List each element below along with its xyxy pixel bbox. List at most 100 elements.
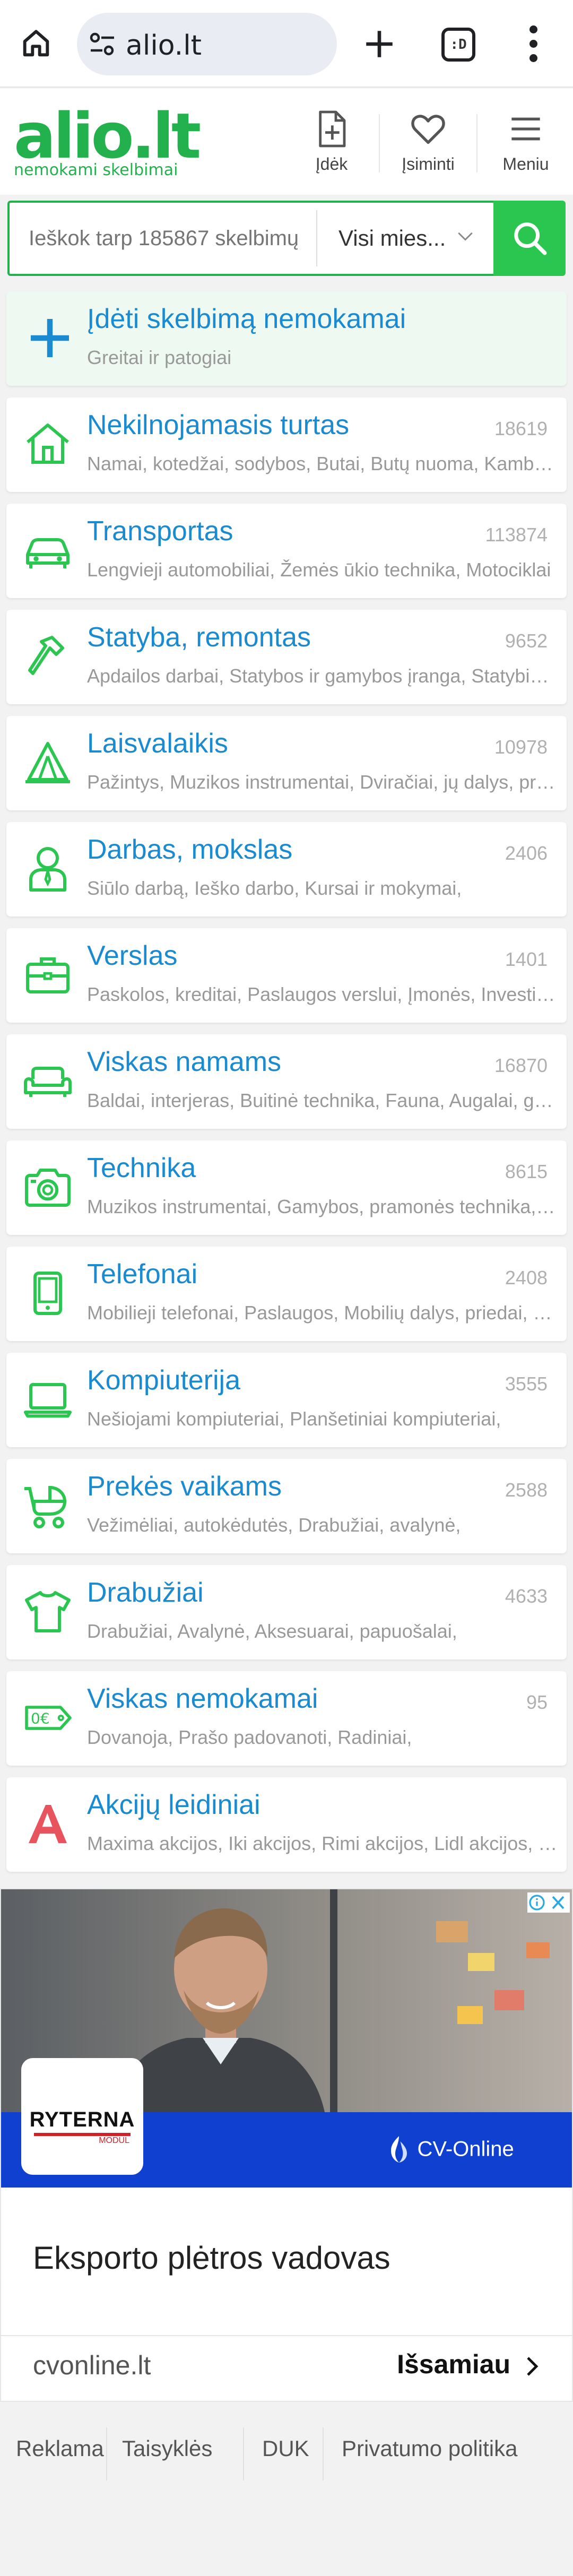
category-subtitle: Mobilieji telefonai, Paslaugos, Mobilių … xyxy=(87,1302,559,1324)
price-tag-icon: 0€ xyxy=(25,1706,72,1730)
ad-advertiser-name: RYTERNA xyxy=(29,2108,135,2131)
category-subtitle: Pažintys, Muzikos instrumentai, Dviračia… xyxy=(87,771,559,793)
footer-link-privacy[interactable]: Privatumo politika xyxy=(342,2436,517,2461)
url-text: alio.lt xyxy=(126,30,202,62)
logo-text: alio.lt xyxy=(14,99,201,172)
cv-online-logo-icon xyxy=(391,2136,407,2163)
category-subtitle: Drabužiai, Avalynė, Aksesuarai, papuošal… xyxy=(87,1620,457,1642)
search-input[interactable] xyxy=(10,203,316,274)
category-title: Telefonai xyxy=(87,1259,198,1290)
favorites-label: Įsiminti xyxy=(402,154,455,174)
site-settings-icon[interactable] xyxy=(89,31,116,57)
category-computers[interactable]: Kompiuterija 3555 Nešiojami kompiuteriai… xyxy=(6,1353,567,1447)
ad-headline[interactable]: Eksporto plėtros vadovas xyxy=(33,2240,390,2276)
category-clothing[interactable]: Drabužiai 4633 Drabužiai, Avalynė, Akses… xyxy=(6,1565,567,1659)
footer-links: Reklama Taisyklės DUK Privatumo politika xyxy=(0,2413,573,2482)
letter-a-icon xyxy=(29,1805,67,1843)
plus-icon xyxy=(31,319,69,357)
ad-cta-label: Išsamiau xyxy=(397,2349,511,2379)
logo-tagline: nemokami skelbimai xyxy=(14,161,178,179)
category-business[interactable]: Verslas 1401 Paskolos, kreditai, Paslaug… xyxy=(6,928,567,1023)
hammer-icon xyxy=(28,636,64,675)
category-leisure[interactable]: Laisvalaikis 10978 Pažintys, Muzikos ins… xyxy=(6,716,567,810)
category-title: Kompiuterija xyxy=(87,1365,241,1396)
category-title: Nekilnojamasis turtas xyxy=(87,410,350,440)
category-count: 2408 xyxy=(505,1267,548,1289)
footer-divider xyxy=(106,2427,107,2480)
footer-link-ads[interactable]: Reklama xyxy=(16,2436,104,2461)
category-title: Statyba, remontas xyxy=(87,622,311,653)
footer-link-faq[interactable]: DUK xyxy=(262,2436,309,2461)
advertisement[interactable]: RYTERNA MODUL CV-Online Eksporto plėtros… xyxy=(0,1888,573,2402)
chevron-right-icon xyxy=(527,2357,539,2376)
category-count: 2406 xyxy=(505,842,548,864)
category-title: Technika xyxy=(87,1153,196,1183)
category-count: 1401 xyxy=(505,948,548,970)
category-count: 3555 xyxy=(505,1373,548,1395)
city-select-value: Visi mies... xyxy=(338,226,446,250)
category-count: 95 xyxy=(526,1691,548,1713)
stroller-icon xyxy=(24,1485,66,1528)
person-icon xyxy=(29,847,66,892)
search-bar: Visi mies... xyxy=(7,201,566,276)
category-transport[interactable]: Transportas 113874 Lengvieji automobilia… xyxy=(6,504,567,598)
category-promotions[interactable]: Akcijų leidiniai Maxima akcijos, Iki akc… xyxy=(6,1777,567,1872)
new-tab-icon[interactable] xyxy=(362,27,397,62)
chevron-down-icon xyxy=(458,232,473,241)
ad-advertiser-logo: RYTERNA MODUL xyxy=(27,2108,138,2146)
category-subtitle: Siūlo darbą, Ieško darbo, Kursai ir moky… xyxy=(87,877,462,899)
category-count: 113874 xyxy=(485,524,548,546)
tshirt-icon xyxy=(25,1591,71,1632)
category-count: 8615 xyxy=(505,1161,548,1182)
ad-choices-icon[interactable] xyxy=(527,1892,570,1913)
category-subtitle: Dovanoja, Prašo padovanoti, Radiniai, xyxy=(87,1726,412,1748)
hamburger-icon xyxy=(511,117,540,141)
add-document-icon xyxy=(319,110,346,148)
add-listing-header-button[interactable]: Įdėk xyxy=(286,110,377,174)
category-jobs[interactable]: Darbas, mokslas 2406 Siūlo darbą, Ieško … xyxy=(6,822,567,917)
category-count: 16870 xyxy=(494,1054,548,1076)
category-phones[interactable]: Telefonai 2408 Mobilieji telefonai, Pasl… xyxy=(6,1247,567,1341)
category-home[interactable]: Viskas namams 16870 Baldai, interjeras, … xyxy=(6,1034,567,1129)
site-logo[interactable]: alio.lt nemokami skelbimai xyxy=(14,99,201,179)
home-icon[interactable] xyxy=(19,27,53,60)
add-listing-banner[interactable]: Įdėti skelbimą nemokamai Greitai ir pato… xyxy=(6,291,567,386)
phone-icon xyxy=(33,1272,62,1315)
add-listing-subtitle: Greitai ir patogiai xyxy=(87,347,232,368)
ad-network-logo: CV-Online xyxy=(383,2133,514,2165)
category-title: Verslas xyxy=(87,940,178,971)
category-kids[interactable]: Prekės vaikams 2588 Vežimėliai, autokėdu… xyxy=(6,1459,567,1553)
address-bar[interactable]: alio.lt xyxy=(77,13,337,75)
site-header: alio.lt nemokami skelbimai Įdėk Įsiminti… xyxy=(0,89,573,195)
category-count: 9652 xyxy=(505,630,548,652)
category-subtitle: Paskolos, kreditai, Paslaugos verslui, Į… xyxy=(87,983,559,1005)
svg-text:0€: 0€ xyxy=(31,1709,50,1727)
ad-cta-button[interactable]: Išsamiau xyxy=(397,2349,540,2380)
category-construction[interactable]: Statyba, remontas 9652 Apdailos darbai, … xyxy=(6,610,567,704)
footer-divider xyxy=(243,2427,244,2480)
category-free[interactable]: 0€ Viskas nemokamai 95 Dovanoja, Prašo p… xyxy=(6,1671,567,1766)
browser-toolbar: alio.lt :D xyxy=(0,0,573,88)
category-subtitle: Apdailos darbai, Statybos ir gamybos įra… xyxy=(87,665,559,687)
menu-label: Meniu xyxy=(502,154,549,174)
more-options-icon[interactable] xyxy=(525,25,541,64)
ad-image: RYTERNA MODUL CV-Online xyxy=(1,1889,572,2188)
category-title: Prekės vaikams xyxy=(87,1471,282,1502)
tab-switcher-button[interactable]: :D xyxy=(441,28,475,62)
search-button[interactable] xyxy=(493,201,566,276)
category-electronics[interactable]: Technika 8615 Muzikos instrumentai, Gamy… xyxy=(6,1140,567,1235)
footer-link-rules[interactable]: Taisyklės xyxy=(122,2436,212,2461)
city-select[interactable]: Visi mies... xyxy=(317,203,496,274)
house-icon xyxy=(27,423,69,464)
menu-button[interactable]: Meniu xyxy=(481,110,571,174)
category-title: Transportas xyxy=(87,516,233,547)
heart-icon xyxy=(411,115,445,144)
category-subtitle: Muzikos instrumentai, Gamybos, pramonės … xyxy=(87,1196,559,1217)
header-divider xyxy=(379,114,380,172)
ad-divider xyxy=(1,2335,572,2336)
category-subtitle: Baldai, interjeras, Buitinė technika, Fa… xyxy=(87,1090,559,1111)
category-subtitle: Maxima akcijos, Iki akcijos, Rimi akcijo… xyxy=(87,1832,559,1854)
favorites-button[interactable]: Įsiminti xyxy=(383,110,473,174)
tab-count: :D xyxy=(450,37,467,53)
category-real-estate[interactable]: Nekilnojamasis turtas 18619 Namai, koted… xyxy=(6,397,567,492)
